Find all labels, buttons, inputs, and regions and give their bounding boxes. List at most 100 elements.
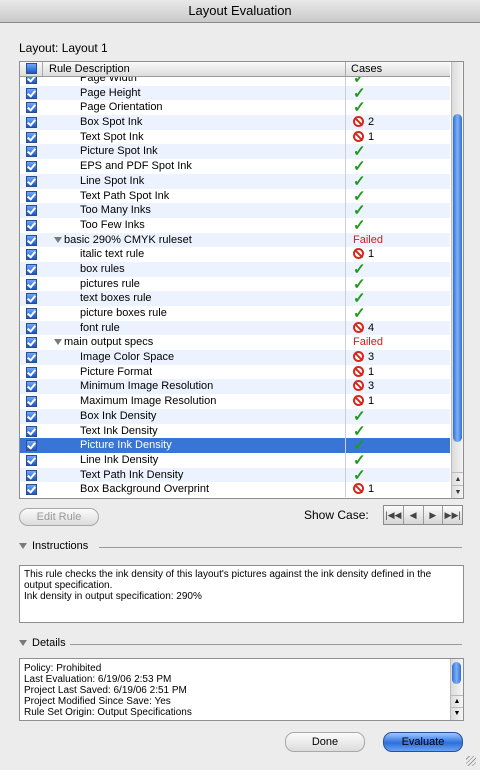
rule-enabled-checkbox[interactable] [26, 234, 37, 246]
rule-enabled-checkbox[interactable] [26, 410, 37, 422]
rule-enabled-checkbox[interactable] [26, 87, 37, 99]
table-row[interactable]: Line Spot Ink ✓ [20, 173, 450, 189]
next-case-icon[interactable]: ▶ [422, 506, 443, 524]
rule-enabled-checkbox[interactable] [26, 131, 37, 143]
rule-enabled-checkbox[interactable] [26, 366, 37, 378]
table-row[interactable]: main output specs Failed [20, 335, 450, 351]
table-row[interactable]: Picture Format 1 [20, 364, 450, 380]
scroll-down-arrow-icon[interactable]: ▼ [452, 485, 463, 498]
table-row[interactable]: basic 290% CMYK ruleset Failed [20, 232, 450, 248]
rule-enabled-checkbox[interactable] [26, 278, 37, 290]
table-row[interactable]: Page Width ✓ [20, 77, 450, 86]
table-row[interactable]: Maximum Image Resolution 1 [20, 394, 450, 409]
rule-enabled-checkbox[interactable] [26, 77, 37, 84]
rule-enabled-checkbox[interactable] [26, 146, 37, 158]
table-row[interactable]: Text Path Ink Density ✓ [20, 467, 450, 483]
failed-label: Failed [353, 233, 383, 246]
rule-enabled-checkbox[interactable] [26, 322, 37, 334]
rule-enabled-checkbox[interactable] [26, 454, 37, 466]
column-divider [345, 217, 346, 233]
rule-description: Text Path Spot Ink [80, 189, 170, 202]
rule-enabled-checkbox[interactable] [26, 190, 37, 202]
table-row[interactable]: Picture Spot Ink ✓ [20, 144, 450, 159]
details-scroll-thumb[interactable] [452, 662, 461, 684]
table-row[interactable]: EPS and PDF Spot Ink ✓ [20, 159, 450, 174]
table-row[interactable]: Box Background Overprint 1 [20, 482, 450, 497]
disclosure-triangle-icon[interactable] [54, 236, 62, 243]
table-row[interactable]: picture boxes rule ✓ [20, 306, 450, 321]
rule-description: Too Many Inks [80, 204, 151, 217]
details-vertical-scrollbar[interactable]: ▲ ▼ [450, 659, 463, 720]
case-status: ✓ [353, 203, 366, 218]
table-row[interactable]: Text Spot Ink 1 [20, 129, 450, 145]
scroll-up-arrow-icon[interactable]: ▲ [452, 472, 463, 486]
checkmark-icon: ✓ [353, 216, 366, 234]
table-row[interactable]: Too Many Inks ✓ [20, 203, 450, 218]
rule-enabled-checkbox[interactable] [26, 205, 37, 217]
rule-enabled-checkbox[interactable] [26, 337, 37, 349]
case-status: ✓ [353, 262, 366, 277]
table-row[interactable]: text boxes rule ✓ [20, 291, 450, 306]
table-row[interactable]: Image Color Space 3 [20, 350, 450, 365]
table-row[interactable]: Box Spot Ink 2 [20, 115, 450, 130]
header-select-all-checkbox[interactable] [26, 63, 37, 77]
table-row[interactable]: font rule 4 [20, 320, 450, 336]
table-row[interactable]: Picture Ink Density ✓ [20, 438, 450, 453]
column-divider [345, 452, 346, 468]
table-row[interactable]: Line Ink Density ✓ [20, 452, 450, 468]
rule-enabled-checkbox[interactable] [26, 161, 37, 173]
rule-enabled-checkbox[interactable] [26, 102, 37, 114]
case-status: ✓ [353, 174, 366, 189]
disclosure-triangle-icon[interactable] [54, 339, 62, 346]
done-button[interactable]: Done [285, 732, 365, 752]
case-status: ✓ [353, 438, 366, 453]
rule-description: Text Spot Ink [80, 130, 144, 143]
column-divider [345, 188, 346, 204]
rule-enabled-checkbox[interactable] [26, 293, 37, 305]
table-scroll-thumb[interactable] [453, 114, 462, 442]
rule-description: Page Orientation [80, 101, 163, 114]
rule-enabled-checkbox[interactable] [26, 396, 37, 408]
case-status: ✓ [353, 468, 366, 483]
rule-description: Page Height [80, 86, 141, 99]
edit-rule-button[interactable]: Edit Rule [19, 508, 99, 526]
evaluate-button[interactable]: Evaluate [383, 732, 463, 752]
column-divider [345, 408, 346, 424]
rule-enabled-checkbox[interactable] [26, 440, 37, 452]
resize-grip-icon[interactable] [466, 756, 476, 766]
table-row[interactable]: Minimum Image Resolution 3 [20, 379, 450, 395]
rule-enabled-checkbox[interactable] [26, 308, 37, 319]
details-disclosure[interactable]: Details [19, 637, 66, 649]
column-divider [345, 173, 346, 189]
instructions-disclosure[interactable]: Instructions [19, 540, 88, 552]
table-row[interactable]: Text Path Spot Ink ✓ [20, 188, 450, 204]
rule-enabled-checkbox[interactable] [26, 249, 37, 261]
table-row[interactable]: Text Ink Density ✓ [20, 423, 450, 439]
rule-enabled-checkbox[interactable] [26, 484, 37, 496]
previous-case-icon[interactable]: ◀ [402, 506, 423, 524]
last-case-icon[interactable]: ▶▶| [442, 506, 462, 524]
rule-enabled-checkbox[interactable] [26, 175, 37, 187]
scroll-down-arrow-icon[interactable]: ▼ [451, 707, 463, 720]
table-row[interactable]: Too Few Inks ✓ [20, 216, 450, 234]
table-row[interactable]: italic text rule 1 [20, 247, 450, 262]
table-row[interactable]: pictures rule ✓ [20, 276, 450, 292]
rule-description: Picture Spot Ink [80, 145, 158, 158]
first-case-icon[interactable]: |◀◀ [384, 506, 403, 524]
table-row[interactable]: Page Orientation ✓ [20, 100, 450, 115]
table-row[interactable]: Page Height ✓ [20, 85, 450, 101]
table-vertical-scrollbar[interactable]: ▲ ▼ [451, 62, 463, 498]
table-row[interactable]: Box Ink Density ✓ [20, 408, 450, 424]
rule-enabled-checkbox[interactable] [26, 352, 37, 364]
rule-enabled-checkbox[interactable] [26, 263, 37, 275]
table-row[interactable]: box rules ✓ [20, 261, 450, 277]
column-header-cases[interactable]: Cases [345, 62, 451, 76]
checkmark-icon: ✓ [353, 305, 366, 322]
rule-enabled-checkbox[interactable] [26, 117, 37, 129]
rule-enabled-checkbox[interactable] [26, 381, 37, 393]
rule-enabled-checkbox[interactable] [26, 469, 37, 481]
column-header-rule-description[interactable]: Rule Description [42, 62, 130, 76]
rule-enabled-checkbox[interactable] [26, 425, 37, 437]
rule-description: basic 290% CMYK ruleset [64, 233, 192, 246]
rule-enabled-checkbox[interactable] [26, 219, 37, 231]
